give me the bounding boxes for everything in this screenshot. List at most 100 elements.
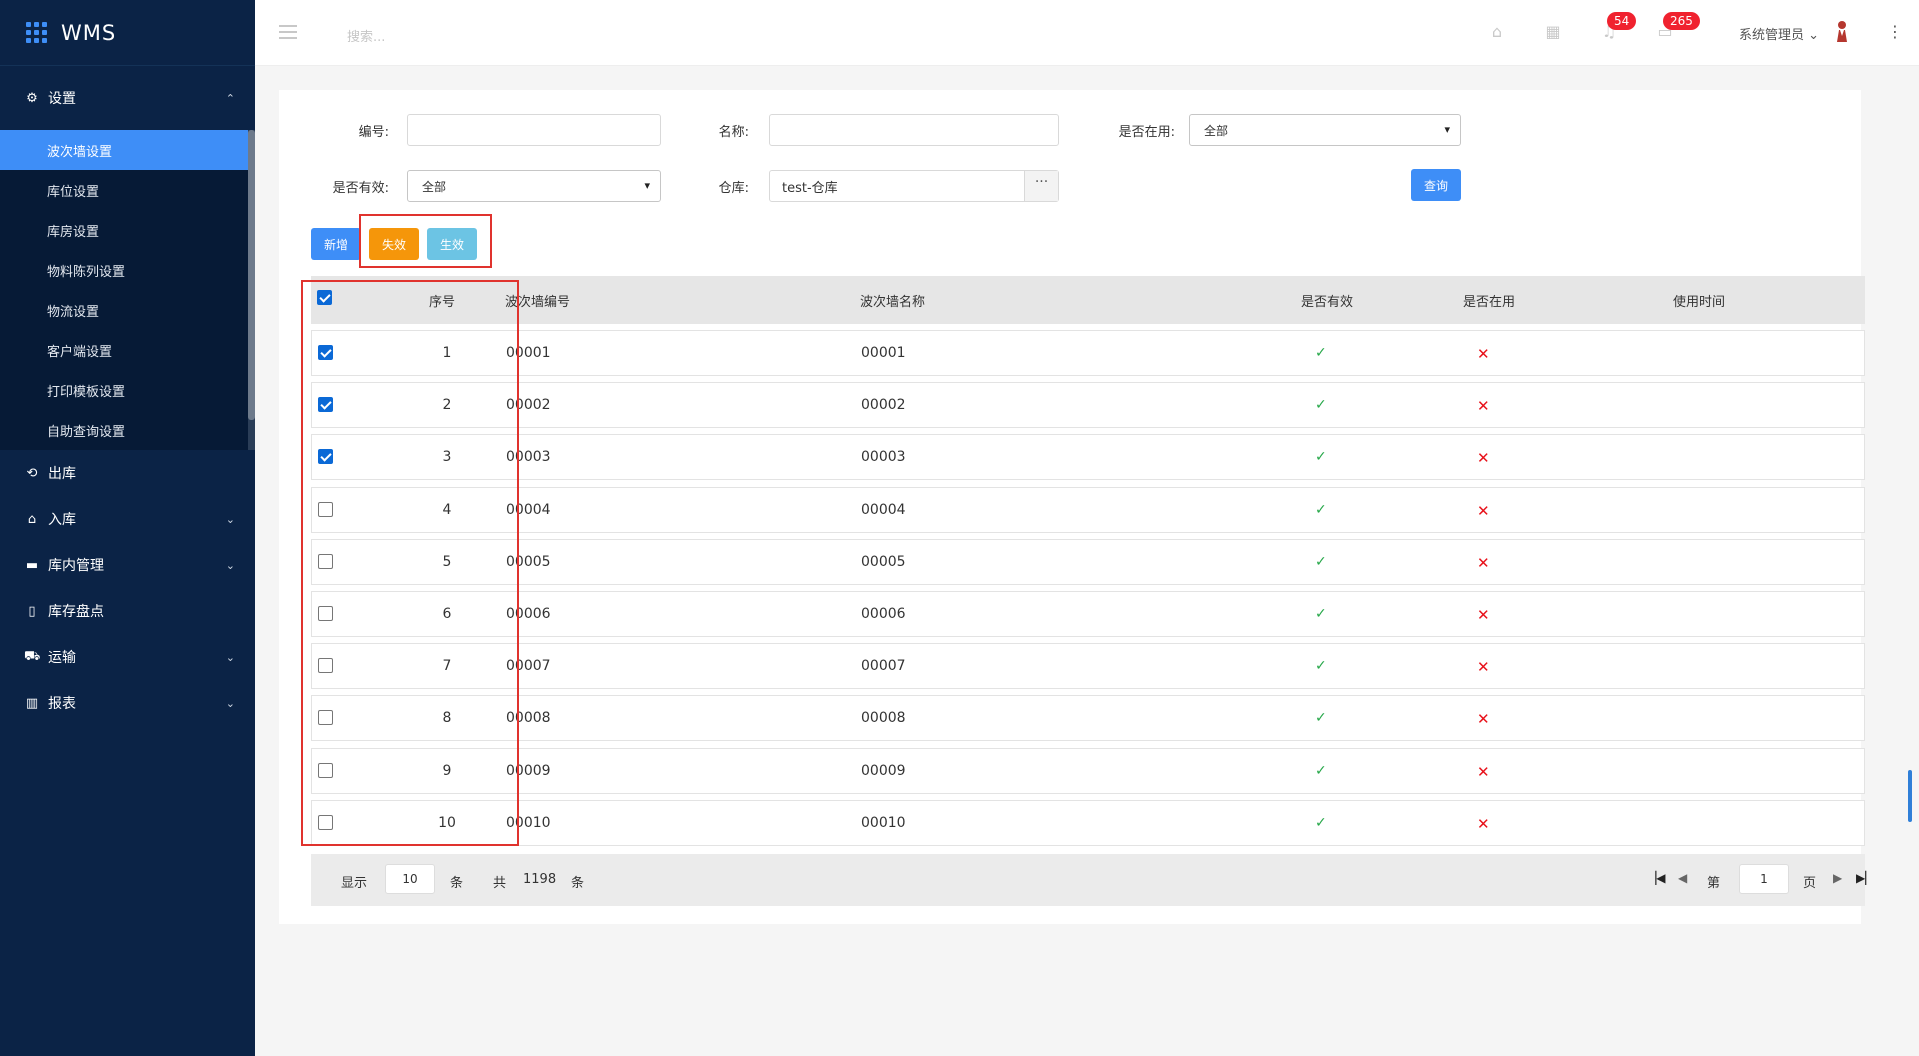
message-badge: 265 xyxy=(1663,12,1700,30)
bell-icon[interactable]: ♫ 54 xyxy=(1599,12,1637,42)
valid-select[interactable]: 全部 ▾ xyxy=(407,170,661,202)
in-use-cross-icon: ✕ xyxy=(1477,814,1490,833)
sidebar-item-label: 运输 xyxy=(48,650,76,666)
table-row[interactable]: 2 00002 00002 ✓ ✕ xyxy=(311,382,1865,429)
sidebar-item-label: 库存盘点 xyxy=(48,604,104,620)
sidebar-item-internal-management[interactable]: ▬ 库内管理 ⌄ xyxy=(0,542,255,588)
table-row[interactable]: 10 00010 00010 ✓ ✕ xyxy=(311,799,1865,846)
submenu-scrollbar[interactable] xyxy=(248,130,255,450)
sidebar-item-inbound[interactable]: ⌂ 入库 ⌄ xyxy=(0,496,255,542)
apps-grid-icon xyxy=(26,22,47,43)
user-menu[interactable]: 系统管理员 ⌄ xyxy=(1739,24,1819,43)
table-row[interactable]: 3 00003 00003 ✓ ✕ xyxy=(311,434,1865,481)
page-scrollbar[interactable] xyxy=(1908,770,1912,822)
sidebar-item-logistics-settings[interactable]: 物流设置 xyxy=(0,290,255,330)
table-row[interactable]: 6 00006 00006 ✓ ✕ xyxy=(311,591,1865,637)
in-use-select[interactable]: 全部 ▾ xyxy=(1189,114,1461,146)
more-vertical-icon[interactable]: ⋮ xyxy=(1887,22,1903,41)
in-use-cross-icon: ✕ xyxy=(1477,397,1490,416)
total-unit: 条 xyxy=(571,876,585,891)
sidebar-item-warehouse-settings[interactable]: 库房设置 xyxy=(0,210,255,250)
row-name: 00005 xyxy=(861,553,906,570)
table-row[interactable]: 7 00007 00007 ✓ ✕ xyxy=(311,643,1865,690)
table-row[interactable]: 1 00001 00001 ✓ ✕ xyxy=(311,330,1865,376)
table-row[interactable]: 9 00009 00009 ✓ ✕ xyxy=(311,747,1865,794)
code-input[interactable] xyxy=(407,114,661,146)
name-input[interactable] xyxy=(769,114,1059,146)
sidebar-item-print-template-settings[interactable]: 打印模板设置 xyxy=(0,370,255,410)
sidebar-item-wave-wall-settings[interactable]: 波次墙设置 xyxy=(0,130,255,170)
sidebar-group-settings[interactable]: ⚙ 设置 ⌃ xyxy=(0,66,255,130)
row-name: 00004 xyxy=(861,501,906,518)
sidebar-item-outbound[interactable]: ⟲ 出库 xyxy=(0,450,255,496)
warehouse-value: test-仓库 xyxy=(782,180,838,196)
search-input[interactable]: 搜索... xyxy=(347,26,385,45)
page-prefix: 第 xyxy=(1707,876,1721,891)
notification-badge: 54 xyxy=(1607,12,1637,30)
next-page-icon[interactable]: ▶ xyxy=(1833,871,1842,885)
page-size-input[interactable]: 10 xyxy=(385,864,435,894)
table-row[interactable]: 8 00008 00008 ✓ ✕ xyxy=(311,695,1865,742)
valid-check-icon: ✓ xyxy=(1315,814,1327,831)
row-name: 00007 xyxy=(861,658,906,675)
sidebar-item-client-settings[interactable]: 客户端设置 xyxy=(0,330,255,370)
valid-check-icon: ✓ xyxy=(1315,501,1327,518)
row-name: 00001 xyxy=(861,345,906,361)
table-row[interactable]: 5 00005 00005 ✓ ✕ xyxy=(311,538,1865,585)
brand-name: WMS xyxy=(61,20,117,45)
chevron-down-icon: ⌄ xyxy=(225,512,235,526)
total-label: 共 xyxy=(493,876,507,891)
table-row[interactable]: 4 00004 00004 ✓ ✕ xyxy=(311,486,1865,533)
warehouse-label: 仓库: xyxy=(718,181,749,196)
unit-label: 条 xyxy=(450,876,464,891)
sidebar-item-label: 入库 xyxy=(48,512,76,528)
brand[interactable]: WMS xyxy=(0,0,255,66)
highlight-box-selection xyxy=(301,280,519,846)
sidebar-item-display-settings[interactable]: 物料陈列设置 xyxy=(0,250,255,290)
valid-check-icon: ✓ xyxy=(1315,449,1327,466)
in-use-cross-icon: ✕ xyxy=(1477,606,1490,624)
home-icon[interactable]: ⌂ xyxy=(1487,22,1507,42)
pagination: 显示 10 条 共 1198 条 ▕◀ ◀ 第 1 页 ▶ ▶▏ xyxy=(311,854,1874,906)
ellipsis-picker-button[interactable]: ··· xyxy=(1024,171,1058,201)
top-header: 搜索... ⌂ ▦ ♫ 54 ▭ 265 系统管理员 ⌄ ⋮ xyxy=(255,0,1919,66)
in-use-cross-icon: ✕ xyxy=(1477,345,1490,363)
in-use-cross-icon: ✕ xyxy=(1477,449,1490,468)
current-page-input[interactable]: 1 xyxy=(1739,864,1789,894)
inventory-icon: ▯ xyxy=(28,603,36,619)
add-button[interactable]: 新增 xyxy=(311,228,361,260)
valid-select-value: 全部 xyxy=(422,179,447,194)
col-name: 波次墙名称 xyxy=(860,295,926,310)
user-name: 系统管理员 xyxy=(1739,28,1805,43)
prev-page-icon[interactable]: ◀ xyxy=(1678,871,1687,885)
chevron-down-icon: ⌄ xyxy=(1808,28,1820,43)
col-valid: 是否有效 xyxy=(1301,295,1354,310)
sidebar-item-location-settings[interactable]: 库位设置 xyxy=(0,170,255,210)
first-page-icon[interactable]: ▕◀ xyxy=(1647,871,1665,885)
sidebar-item-inventory-check[interactable]: ▯ 库存盘点 xyxy=(0,588,255,634)
inbound-icon: ⌂ xyxy=(27,511,37,527)
sidebar-item-label: 库内管理 xyxy=(48,558,104,574)
menu-toggle-icon[interactable] xyxy=(279,25,297,43)
report-icon: ▥ xyxy=(25,695,39,711)
page-suffix: 页 xyxy=(1803,876,1817,891)
row-name: 00008 xyxy=(861,710,906,727)
main-card: 编号: 名称: 是否在用: 全部 ▾ 是否有效: 全部 ▾ 仓库: test-仓… xyxy=(279,90,1874,924)
last-page-icon[interactable]: ▶▏ xyxy=(1856,871,1874,885)
truck-icon: ⛟ xyxy=(24,648,41,664)
grid-icon[interactable]: ▦ xyxy=(1543,22,1563,42)
sidebar-item-self-query-settings[interactable]: 自助查询设置 xyxy=(0,410,255,450)
outbound-icon: ⟲ xyxy=(26,465,38,481)
code-label: 编号: xyxy=(358,125,389,140)
query-button[interactable]: 查询 xyxy=(1411,169,1461,201)
message-icon[interactable]: ▭ 265 xyxy=(1655,12,1700,42)
valid-check-icon: ✓ xyxy=(1315,397,1327,414)
chevron-down-icon: ⌄ xyxy=(225,650,235,664)
warehouse-field[interactable]: test-仓库 ··· xyxy=(769,170,1059,202)
sidebar-item-transport[interactable]: ⛟ 运输 ⌄ xyxy=(0,634,255,680)
avatar[interactable] xyxy=(1835,20,1849,44)
sidebar-item-reports[interactable]: ▥ 报表 ⌄ xyxy=(0,680,255,726)
scrollbar-thumb[interactable] xyxy=(248,130,255,420)
gear-icon: ⚙ xyxy=(26,90,38,106)
row-name: 00002 xyxy=(861,397,906,414)
